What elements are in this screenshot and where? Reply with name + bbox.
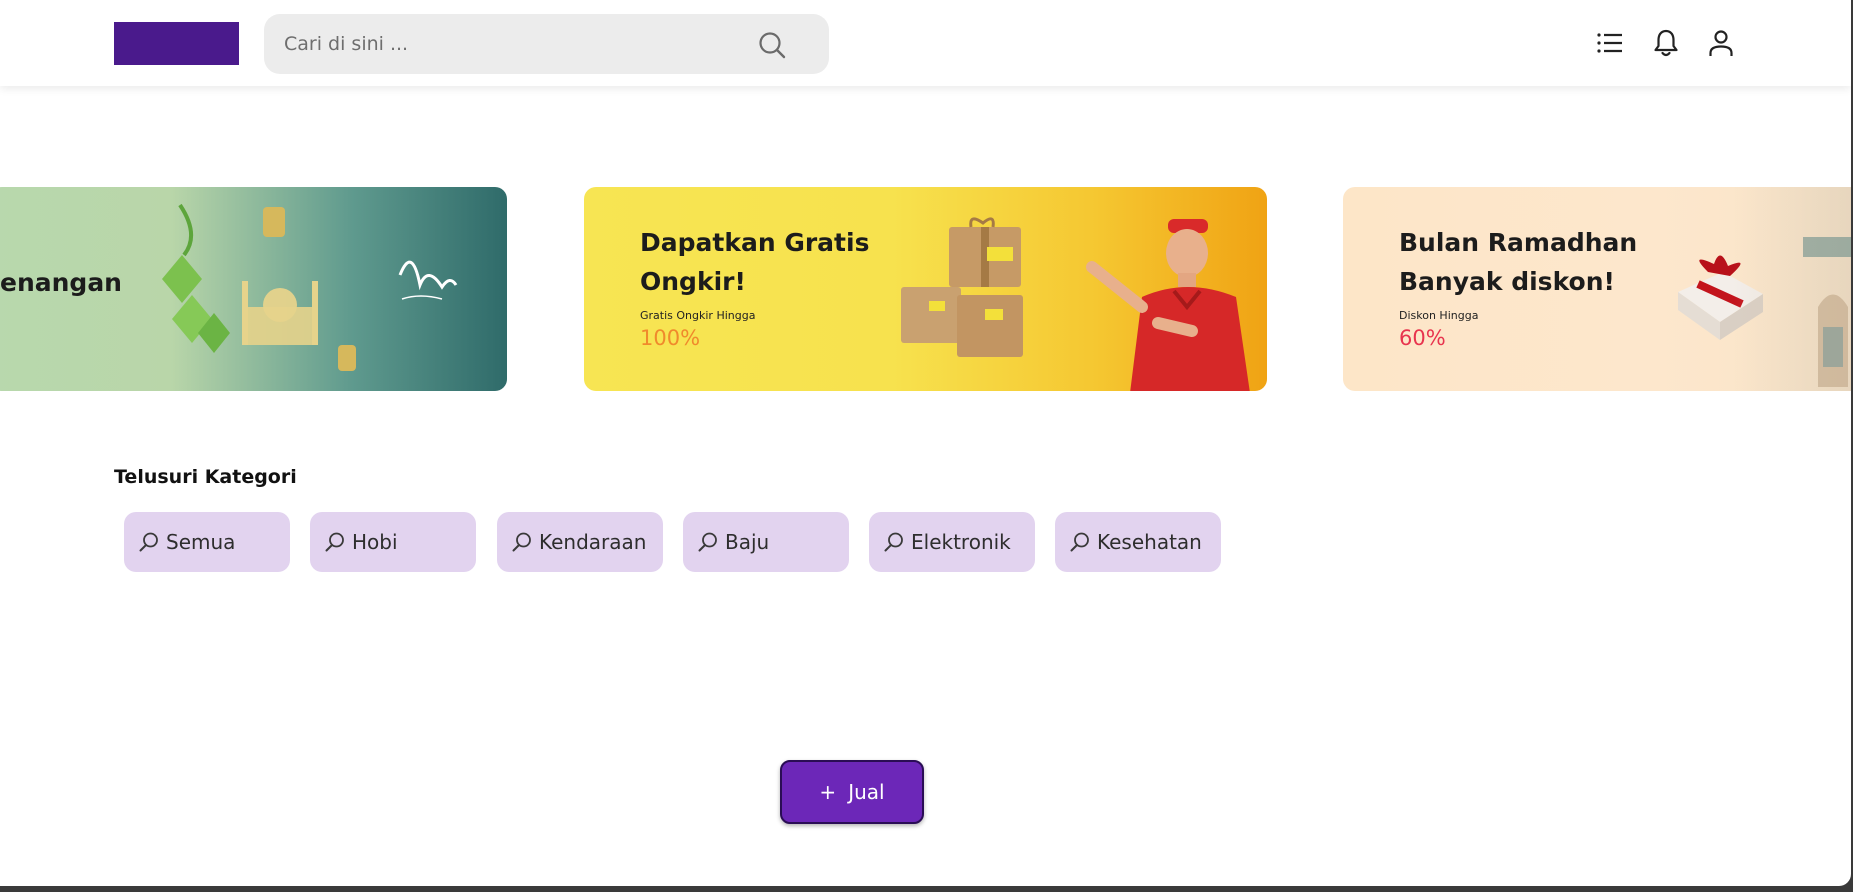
category-chip-hobi[interactable]: Hobi — [310, 512, 476, 572]
banner-subtitle: Diskon Hingga — [1399, 309, 1479, 322]
search-icon — [1070, 532, 1089, 552]
search-icon — [512, 532, 531, 552]
app-window: enangan Dapatkan Gratis Ongkir! Gratis O… — [0, 0, 1851, 886]
chip-label: Kesehatan — [1097, 530, 1202, 554]
chip-label: Kendaraan — [539, 530, 647, 554]
top-navbar — [0, 0, 1851, 86]
category-chip-kendaraan[interactable]: Kendaraan — [497, 512, 663, 572]
search-input[interactable] — [264, 14, 734, 74]
courier-illustration — [1086, 219, 1250, 391]
banner-value: 60% — [1399, 326, 1446, 350]
promo-banner-eid[interactable]: enangan — [0, 187, 507, 391]
banner-title: Dapatkan Gratis Ongkir! — [640, 228, 870, 296]
category-chip-elektronik[interactable]: Elektronik — [869, 512, 1035, 572]
search-bar — [264, 14, 829, 74]
category-chip-baju[interactable]: Baju — [683, 512, 849, 572]
search-icon — [698, 532, 717, 552]
bell-icon[interactable] — [1651, 28, 1681, 58]
chip-label: Hobi — [352, 530, 398, 554]
promo-banner-ramadhan[interactable]: Bulan Ramadhan Banyak diskon! Diskon Hin… — [1343, 187, 1851, 391]
sell-button-label: Jual — [848, 780, 885, 804]
category-chip-semua[interactable]: Semua — [124, 512, 290, 572]
chip-label: Elektronik — [911, 530, 1011, 554]
search-icon — [325, 532, 344, 552]
banner-value: 100% — [640, 326, 701, 350]
user-icon[interactable] — [1706, 28, 1736, 58]
list-icon[interactable] — [1595, 28, 1625, 58]
banner-subtitle: Gratis Ongkir Hingga — [640, 309, 756, 322]
banner-text: Bulan Ramadhan Banyak diskon! Diskon Hin… — [1399, 223, 1679, 350]
sell-button[interactable]: + Jual — [780, 760, 924, 824]
promo-banner-free-shipping[interactable]: Dapatkan Gratis Ongkir! Gratis Ongkir Hi… — [584, 187, 1267, 391]
chip-label: Baju — [725, 530, 770, 554]
packages-illustration — [901, 217, 1023, 357]
plus-icon: + — [819, 780, 837, 804]
search-icon — [139, 532, 158, 552]
banner-text: Dapatkan Gratis Ongkir! Gratis Ongkir Hi… — [640, 223, 900, 350]
category-section-title: Telusuri Kategori — [114, 466, 297, 488]
banner-title: Bulan Ramadhan Banyak diskon! — [1399, 228, 1638, 296]
search-icon — [884, 532, 903, 552]
decor-illustration — [1803, 237, 1851, 387]
brand-logo[interactable] — [114, 22, 239, 65]
chip-label: Semua — [166, 530, 236, 554]
search-icon[interactable] — [757, 30, 787, 60]
banner-title: enangan — [0, 268, 122, 297]
category-chip-kesehatan[interactable]: Kesehatan — [1055, 512, 1221, 572]
